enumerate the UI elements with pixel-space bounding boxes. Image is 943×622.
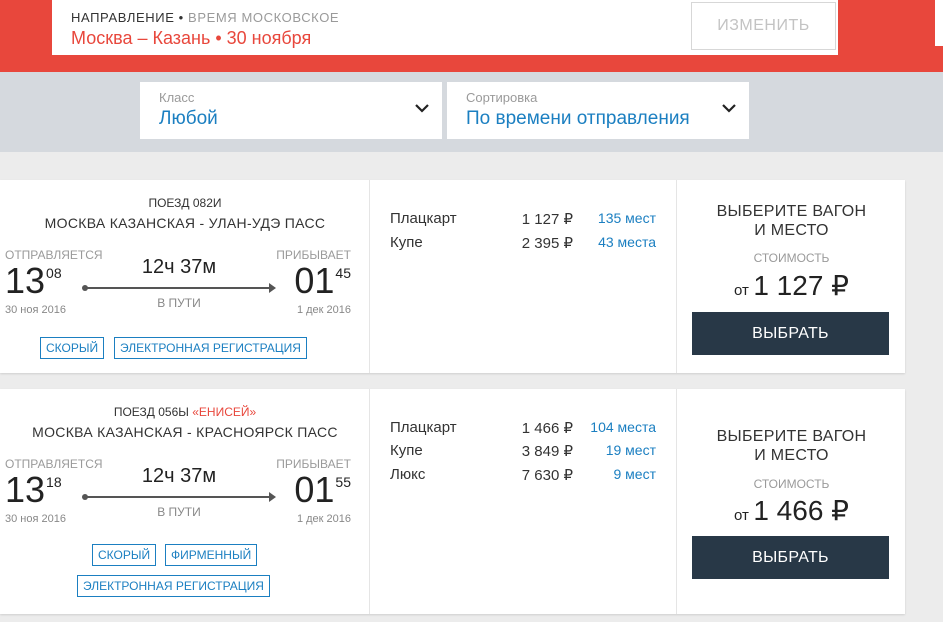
train-route: МОСКВА КАЗАНСКАЯ - КРАСНОЯРСК ПАСС xyxy=(32,424,338,440)
train-card: ПОЕЗД 056Ы «ЕНИСЕЙ» МОСКВА КАЗАНСКАЯ - К… xyxy=(0,389,905,614)
train-number-text: ПОЕЗД 082И xyxy=(148,196,222,210)
travel-arrow-icon xyxy=(82,492,276,502)
choose-title-line1: ВЫБЕРИТЕ ВАГОН xyxy=(716,203,867,220)
seat-price: 7 630 ₽ xyxy=(521,467,573,484)
departure-date: 30 ноя 2016 xyxy=(5,513,66,525)
cost-from: от xyxy=(733,507,749,524)
departure-time: 1308 xyxy=(5,263,62,299)
seat-price: 1 466 ₽ xyxy=(521,420,573,437)
travel-arrow-icon xyxy=(82,283,276,293)
seat-type: Купе xyxy=(390,234,423,251)
choose-car-title: ВЫБЕРИТЕ ВАГОН И МЕСТО xyxy=(678,202,905,240)
route-caption: НАПРАВЛЕНИЕ • ВРЕМЯ МОСКОВСКОЕ xyxy=(71,10,339,25)
seat-row: Купе 2 395 ₽ 43 места xyxy=(371,234,677,256)
choose-title-line2: И МЕСТО xyxy=(754,447,829,464)
header-edge-panel xyxy=(935,0,943,46)
departure-minutes: 08 xyxy=(46,265,62,281)
trip-duration: 12ч 37м xyxy=(141,465,217,487)
seat-availability[interactable]: 104 места xyxy=(590,419,656,435)
seat-classes: Плацкарт 1 466 ₽ 104 места Купе 3 849 ₽ … xyxy=(371,389,677,614)
seat-type: Люкс xyxy=(390,466,426,483)
seat-type: Плацкарт xyxy=(390,419,457,436)
in-way-label: В ПУТИ xyxy=(157,505,201,519)
seat-availability[interactable]: 135 мест xyxy=(598,210,656,226)
seat-row: Плацкарт 1 466 ₽ 104 места xyxy=(371,419,677,441)
choose-title-line2: И МЕСТО xyxy=(754,222,829,239)
departure-time: 1318 xyxy=(5,472,62,508)
sort-select-value: По времени отправления xyxy=(466,108,690,129)
departure-hours: 13 xyxy=(5,469,46,510)
cost-label: СТОИМОСТЬ xyxy=(753,251,830,265)
seat-price: 3 849 ₽ xyxy=(521,443,573,460)
timezone-label: ВРЕМЯ МОСКОВСКОЕ xyxy=(188,10,340,25)
select-train-button[interactable]: ВЫБРАТЬ xyxy=(692,536,889,579)
cost-from: от xyxy=(733,282,749,299)
cost-value: от 1 466 ₽ xyxy=(678,494,905,527)
tag-e-registration: ЭЛЕКТРОННАЯ РЕГИСТРАЦИЯ xyxy=(114,337,307,359)
seat-availability[interactable]: 43 места xyxy=(598,234,656,250)
train-number: ПОЕЗД 056Ы «ЕНИСЕЙ» xyxy=(0,405,370,419)
sort-select[interactable]: Сортировка По времени отправления xyxy=(447,82,749,139)
seat-type: Купе xyxy=(390,442,423,459)
route-summary: НАПРАВЛЕНИЕ • ВРЕМЯ МОСКОВСКОЕ Москва – … xyxy=(52,0,838,55)
route-title: Москва – Казань • 30 ноября xyxy=(71,28,312,48)
tag-branded: ФИРМЕННЫЙ xyxy=(165,544,258,566)
cost-value: от 1 127 ₽ xyxy=(678,269,905,302)
seat-price: 2 395 ₽ xyxy=(521,235,573,252)
tag-e-registration: ЭЛЕКТРОННАЯ РЕГИСТРАЦИЯ xyxy=(77,575,270,597)
chevron-down-icon xyxy=(722,104,736,113)
tag-fast: СКОРЫЙ xyxy=(92,544,157,566)
arrival-time: 0145 xyxy=(294,263,351,299)
train-number: ПОЕЗД 082И xyxy=(0,196,370,210)
change-route-button[interactable]: ИЗМЕНИТЬ xyxy=(691,2,836,50)
class-select[interactable]: Класс Любой xyxy=(140,82,442,139)
class-select-label: Класс xyxy=(159,90,195,105)
direction-label: НАПРАВЛЕНИЕ xyxy=(71,10,175,25)
seat-row: Купе 3 849 ₽ 19 мест xyxy=(371,442,677,464)
cost-amount: 1 127 ₽ xyxy=(753,270,849,301)
departure-date: 30 ноя 2016 xyxy=(5,304,66,316)
train-info: ПОЕЗД 082И МОСКВА КАЗАНСКАЯ - УЛАН-УДЭ П… xyxy=(0,180,370,373)
purchase-panel: ВЫБЕРИТЕ ВАГОН И МЕСТО СТОИМОСТЬ от 1 127… xyxy=(678,180,905,373)
arrival-date: 1 дек 2016 xyxy=(296,513,351,525)
tag-fast: СКОРЫЙ xyxy=(40,337,105,359)
arrival-hours: 01 xyxy=(294,469,335,510)
caption-separator: • xyxy=(174,10,189,25)
train-number-text: ПОЕЗД 056Ы xyxy=(113,405,189,419)
arrival-date: 1 дек 2016 xyxy=(296,304,351,316)
departure-hours: 13 xyxy=(5,260,46,301)
choose-car-title: ВЫБЕРИТЕ ВАГОН И МЕСТО xyxy=(678,427,905,465)
purchase-panel: ВЫБЕРИТЕ ВАГОН И МЕСТО СТОИМОСТЬ от 1 466… xyxy=(678,389,905,614)
sort-select-label: Сортировка xyxy=(466,90,538,105)
arrival-time: 0155 xyxy=(294,472,351,508)
select-train-button[interactable]: ВЫБРАТЬ xyxy=(692,312,889,355)
arrival-minutes: 45 xyxy=(335,265,351,281)
filter-bar: Класс Любой Сортировка По времени отправ… xyxy=(0,72,943,152)
trip-duration: 12ч 37м xyxy=(141,256,217,278)
train-info: ПОЕЗД 056Ы «ЕНИСЕЙ» МОСКВА КАЗАНСКАЯ - К… xyxy=(0,389,370,614)
train-route: МОСКВА КАЗАНСКАЯ - УЛАН-УДЭ ПАСС xyxy=(44,215,326,231)
cost-label: СТОИМОСТЬ xyxy=(753,477,830,491)
seat-type: Плацкарт xyxy=(390,210,457,227)
seat-classes: Плацкарт 1 127 ₽ 135 мест Купе 2 395 ₽ 4… xyxy=(371,180,677,373)
seat-row: Люкс 7 630 ₽ 9 мест xyxy=(371,466,677,488)
arrival-minutes: 55 xyxy=(335,474,351,490)
class-select-value: Любой xyxy=(159,108,218,129)
choose-title-line1: ВЫБЕРИТЕ ВАГОН xyxy=(716,428,867,445)
seat-availability[interactable]: 9 мест xyxy=(614,466,657,482)
seat-row: Плацкарт 1 127 ₽ 135 мест xyxy=(371,210,677,232)
departure-minutes: 18 xyxy=(46,474,62,490)
seat-price: 1 127 ₽ xyxy=(521,211,573,228)
seat-availability[interactable]: 19 мест xyxy=(606,442,656,458)
in-way-label: В ПУТИ xyxy=(157,296,201,310)
train-brand: «ЕНИСЕЙ» xyxy=(192,405,257,419)
train-card: ПОЕЗД 082И МОСКВА КАЗАНСКАЯ - УЛАН-УДЭ П… xyxy=(0,180,905,373)
cost-amount: 1 466 ₽ xyxy=(753,495,849,526)
chevron-down-icon xyxy=(415,104,429,113)
arrival-hours: 01 xyxy=(294,260,335,301)
